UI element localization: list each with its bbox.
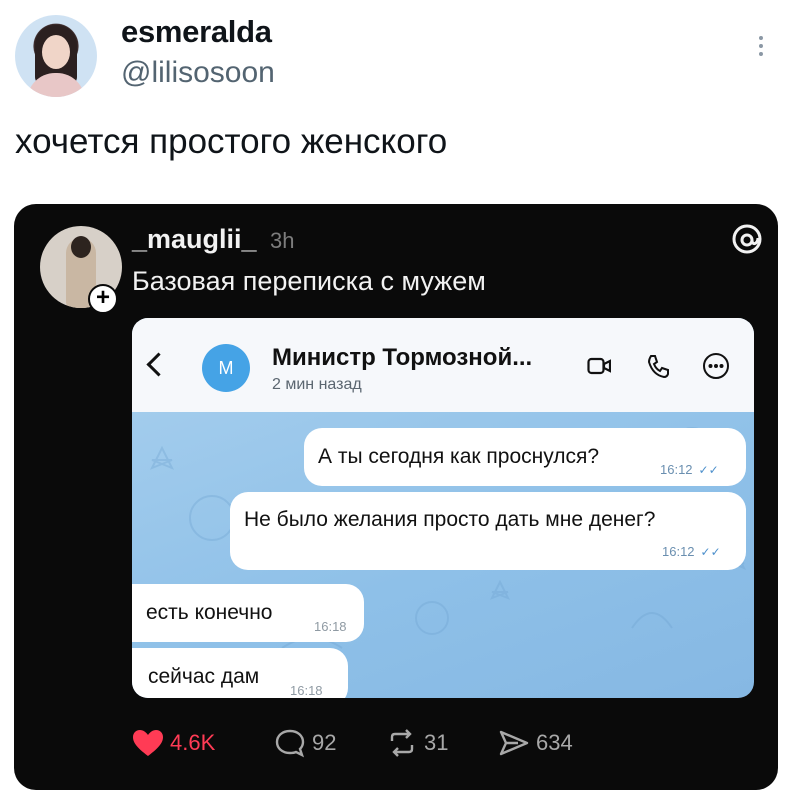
threads-post-text: Базовая переписка с мужем [132, 266, 486, 296]
share-button[interactable]: 634 [498, 728, 573, 758]
more-vertical-icon[interactable] [752, 32, 770, 62]
comment-icon [275, 729, 305, 758]
contact-name[interactable]: Министр Тормозной... [272, 344, 532, 372]
like-button[interactable]: 4.6K [132, 728, 215, 758]
contact-avatar[interactable]: M [202, 344, 250, 392]
more-options-icon[interactable] [702, 352, 730, 380]
author-handle[interactable]: @lilisosoon [121, 56, 275, 90]
message-time: 16:12 ✓✓ [660, 462, 719, 477]
heart-icon [133, 730, 163, 756]
incoming-message[interactable]: есть конечно 16:18 [132, 584, 364, 642]
outgoing-message[interactable]: А ты сегодня как проснулся? 16:12 ✓✓ [304, 428, 746, 486]
reply-button[interactable]: 92 [274, 728, 336, 758]
message-time: 16:18 [290, 683, 323, 698]
phone-icon[interactable] [644, 352, 672, 380]
repost-count: 31 [424, 730, 449, 755]
tweet-text: хочется простого женского [15, 122, 448, 161]
author-display-name[interactable]: esmeralda [121, 14, 272, 50]
share-icon [499, 730, 529, 756]
message-text: А ты сегодня как проснулся? [318, 445, 600, 468]
contact-status: 2 мин назад [272, 376, 362, 393]
read-check-icon: ✓✓ [700, 545, 721, 559]
share-count: 634 [536, 730, 573, 755]
chat-screenshot: M Министр Тормозной... 2 мин назад А ты … [132, 318, 754, 698]
plus-icon[interactable]: + [88, 284, 118, 314]
message-text: Не было желания просто дать мне денег? [244, 508, 656, 531]
message-time: 16:12 ✓✓ [662, 544, 721, 559]
threads-username[interactable]: _mauglii_ [132, 224, 257, 255]
read-check-icon: ✓✓ [698, 463, 719, 477]
video-camera-icon[interactable] [587, 356, 611, 376]
repost-button[interactable]: 31 [386, 728, 448, 758]
threads-timestamp: 3h [270, 228, 295, 253]
author-avatar[interactable] [15, 15, 97, 97]
threads-logo-icon [732, 224, 762, 254]
message-time: 16:18 [314, 619, 347, 634]
repost-icon [390, 729, 414, 757]
embedded-threads-post[interactable]: + _mauglii_ 3h Базовая переписка с мужем… [14, 204, 778, 790]
incoming-message[interactable]: сейчас дам 16:18 [132, 648, 348, 698]
reply-count: 92 [312, 730, 337, 755]
message-text: есть конечно [146, 601, 273, 624]
outgoing-message[interactable]: Не было желания просто дать мне денег? 1… [230, 492, 746, 570]
message-text: сейчас дам [148, 665, 260, 688]
like-count: 4.6K [170, 730, 216, 755]
